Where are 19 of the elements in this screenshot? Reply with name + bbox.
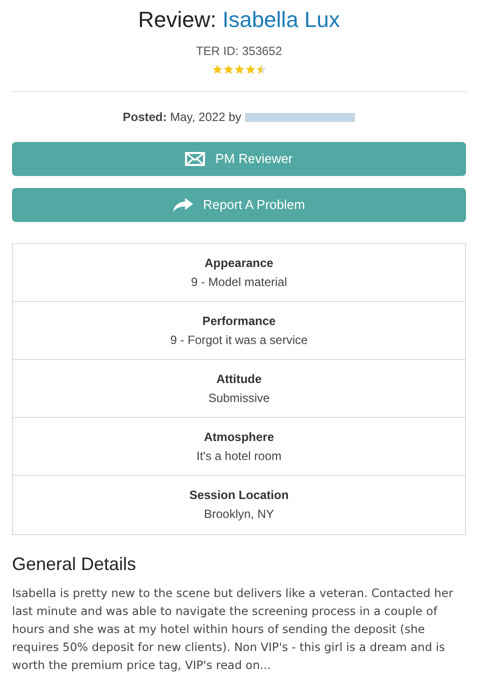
envelope-icon	[185, 152, 206, 166]
rating-value: 9 - Model material	[190, 274, 288, 290]
action-button[interactable]: Report A Problem	[12, 188, 466, 222]
review-title: Review: Isabella Lux	[138, 6, 340, 34]
rating-value: Submissive	[208, 390, 270, 406]
ter-id: TER ID: 353652	[196, 43, 282, 60]
rating-value: Brooklyn, NY	[204, 506, 274, 523]
rating-label: Appearance	[204, 254, 274, 272]
section-heading: General Details	[12, 553, 138, 576]
rating-label: Session Location	[189, 487, 289, 504]
share-arrow-icon	[173, 198, 194, 212]
rating-label: Attitude	[216, 370, 262, 388]
rating-label: Atmosphere	[204, 428, 274, 446]
rating-label: Performance	[202, 312, 276, 330]
posted-text: Posted: May, 2022 by	[122, 109, 242, 126]
rating-value: 9 - Forgot it was a service	[170, 332, 308, 348]
details-paragraph: Isabella is pretty new to the scene but delivers like a veteran. Contacted her last minute and was able to navigate the screening process in a couple of hours and she was at my hotel within hours of sending the deposit (she requires 50% deposit for new clients). Non VIP's - this girl is a dream and is worth the premium price tag, VIP's read on...	[12, 585, 454, 674]
rating-value: It's a hotel room	[196, 448, 282, 464]
action-button[interactable]: PM Reviewer	[12, 142, 466, 176]
